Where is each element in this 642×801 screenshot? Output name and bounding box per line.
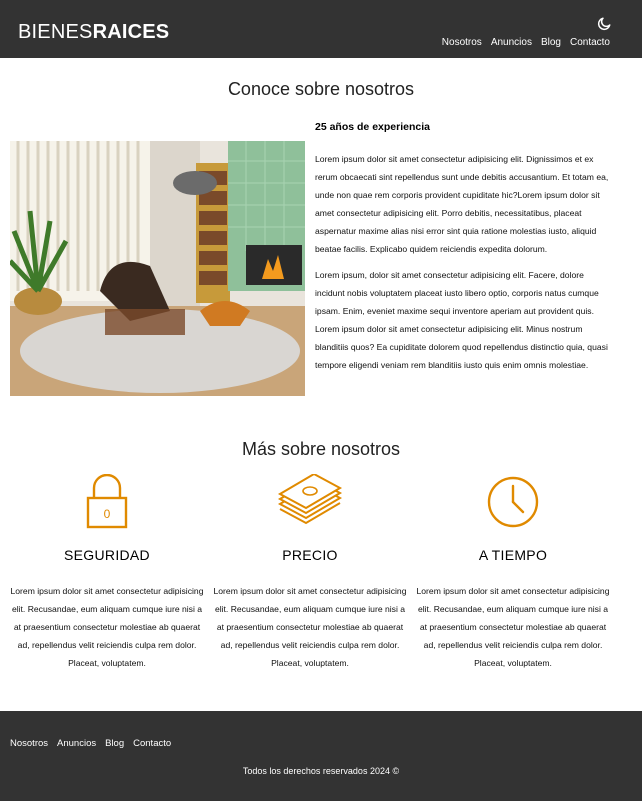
site-header: BIENESRAICES Nosotros Anuncios Blog Cont… (0, 0, 642, 58)
experience-heading: 25 años de experiencia (315, 121, 430, 133)
nav-link-blog[interactable]: Blog (541, 37, 561, 49)
footer-link-nosotros[interactable]: Nosotros (10, 738, 48, 750)
site-footer: Nosotros Anuncios Blog Contacto Todos lo… (0, 711, 642, 801)
about-paragraph-1: Lorem ipsum dolor sit amet consectetur a… (315, 154, 609, 254)
feature-precio: PRECIO Lorem ipsum dolor sit amet consec… (212, 474, 408, 672)
clock-icon (487, 476, 539, 528)
about-section-title: Conoce sobre nosotros (227, 79, 415, 99)
feature-title-precio: PRECIO (282, 547, 338, 563)
about-paragraph-2: Lorem ipsum, dolor sit amet consectetur … (315, 270, 608, 370)
feature-seguridad: 0 SEGURIDAD Lorem ipsum dolor sit amet c… (9, 474, 205, 672)
feature-text-precio: Lorem ipsum dolor sit amet consectetur a… (213, 586, 407, 668)
logo[interactable]: BIENESRAICES (18, 20, 169, 44)
nav-link-contacto[interactable]: Contacto (570, 37, 610, 49)
lock-icon: 0 (86, 474, 128, 529)
logo-part-2: RAICES (92, 21, 170, 43)
footer-link-contacto[interactable]: Contacto (133, 738, 171, 750)
nav-link-nosotros[interactable]: Nosotros (442, 37, 482, 49)
svg-text:0: 0 (104, 507, 111, 521)
main-nav: Nosotros Anuncios Blog Contacto (442, 37, 610, 49)
feature-title-seguridad: SEGURIDAD (64, 547, 150, 563)
logo-part-1: BIENES (18, 21, 93, 43)
footer-link-anuncios[interactable]: Anuncios (57, 738, 96, 750)
money-icon (277, 474, 343, 525)
living-room-image (10, 141, 305, 396)
feature-a-tiempo: A TIEMPO Lorem ipsum dolor sit amet cons… (415, 474, 611, 672)
feature-text-a-tiempo: Lorem ipsum dolor sit amet consectetur a… (416, 586, 610, 668)
about-text-block: 25 años de experiencia Lorem ipsum dolor… (315, 120, 611, 382)
footer-nav: Nosotros Anuncios Blog Contacto (10, 738, 171, 750)
feature-title-a-tiempo: A TIEMPO (478, 547, 548, 563)
dark-mode-moon-icon[interactable] (594, 16, 612, 34)
footer-link-blog[interactable]: Blog (105, 738, 124, 750)
more-section-title: Más sobre nosotros (241, 439, 401, 459)
copyright-text: Todos los derechos reservados 2024 © (242, 766, 400, 776)
nav-link-anuncios[interactable]: Anuncios (491, 37, 532, 49)
feature-text-seguridad: Lorem ipsum dolor sit amet consectetur a… (10, 586, 204, 668)
